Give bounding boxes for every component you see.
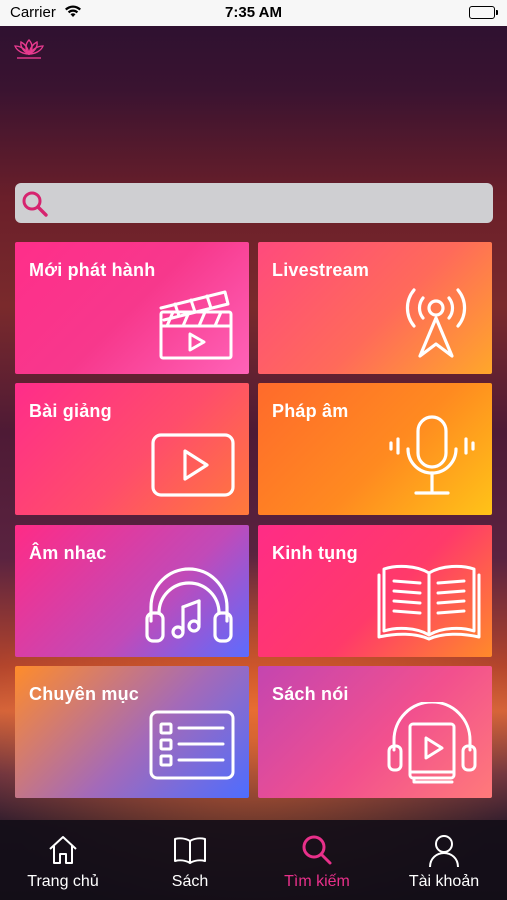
tile-label: Livestream [272, 260, 370, 280]
home-icon [49, 836, 77, 864]
tile-categories[interactable]: Chuyên mục [15, 666, 249, 798]
lotus-logo-icon [12, 36, 46, 64]
tab-label: Trang chủ [27, 873, 99, 890]
tab-home[interactable]: Trang chủ [0, 820, 126, 900]
tab-account[interactable]: Tài khoản [381, 820, 507, 900]
search-icon [302, 835, 332, 865]
battery-icon [469, 6, 498, 19]
open-book-icon [377, 564, 481, 641]
tab-label: Tìm kiếm [284, 873, 350, 890]
tile-label: Kinh tụng [272, 543, 358, 563]
search-input[interactable] [59, 183, 479, 223]
search-icon [21, 190, 49, 223]
tile-livestream[interactable]: Livestream [258, 242, 492, 374]
tile-audiobooks[interactable]: Sách nói [258, 666, 492, 798]
status-bar: Carrier 7:35 AM [0, 0, 507, 26]
video-play-icon [151, 433, 235, 497]
tile-dharma-audio[interactable]: Pháp âm [258, 383, 492, 515]
broadcast-tower-icon [405, 288, 467, 358]
tile-label: Mới phát hành [29, 260, 156, 280]
tile-lectures[interactable]: Bài giảng [15, 383, 249, 515]
headphones-icon [145, 567, 233, 643]
bottom-tab-bar: Trang chủ Sách Tìm kiếm Tài khoản [0, 820, 507, 900]
audiobook-icon [387, 702, 477, 784]
tab-label: Tài khoản [408, 873, 480, 890]
tab-label: Sách [171, 873, 209, 890]
tile-chanting[interactable]: Kinh tụng [258, 525, 492, 657]
tab-books[interactable]: Sách [127, 820, 253, 900]
tile-new-releases[interactable]: Mới phát hành [15, 242, 249, 374]
tile-label: Âm nhạc [29, 543, 107, 563]
clock-time: 7:35 AM [225, 4, 282, 21]
app-screen: Carrier 7:35 AM Mới phát hành Livestream… [0, 0, 507, 900]
tile-label: Pháp âm [272, 401, 349, 421]
tile-label: Chuyên mục [29, 684, 140, 704]
account-icon [429, 835, 459, 868]
search-bar[interactable] [15, 183, 493, 223]
tile-music[interactable]: Âm nhạc [15, 525, 249, 657]
tab-search[interactable]: Tìm kiếm [254, 820, 380, 900]
tile-label: Sách nói [272, 684, 349, 704]
book-icon [174, 837, 206, 864]
clapperboard-icon [159, 290, 233, 360]
microphone-icon [389, 415, 475, 495]
tile-label: Bài giảng [29, 401, 112, 421]
category-list-icon [149, 710, 235, 780]
